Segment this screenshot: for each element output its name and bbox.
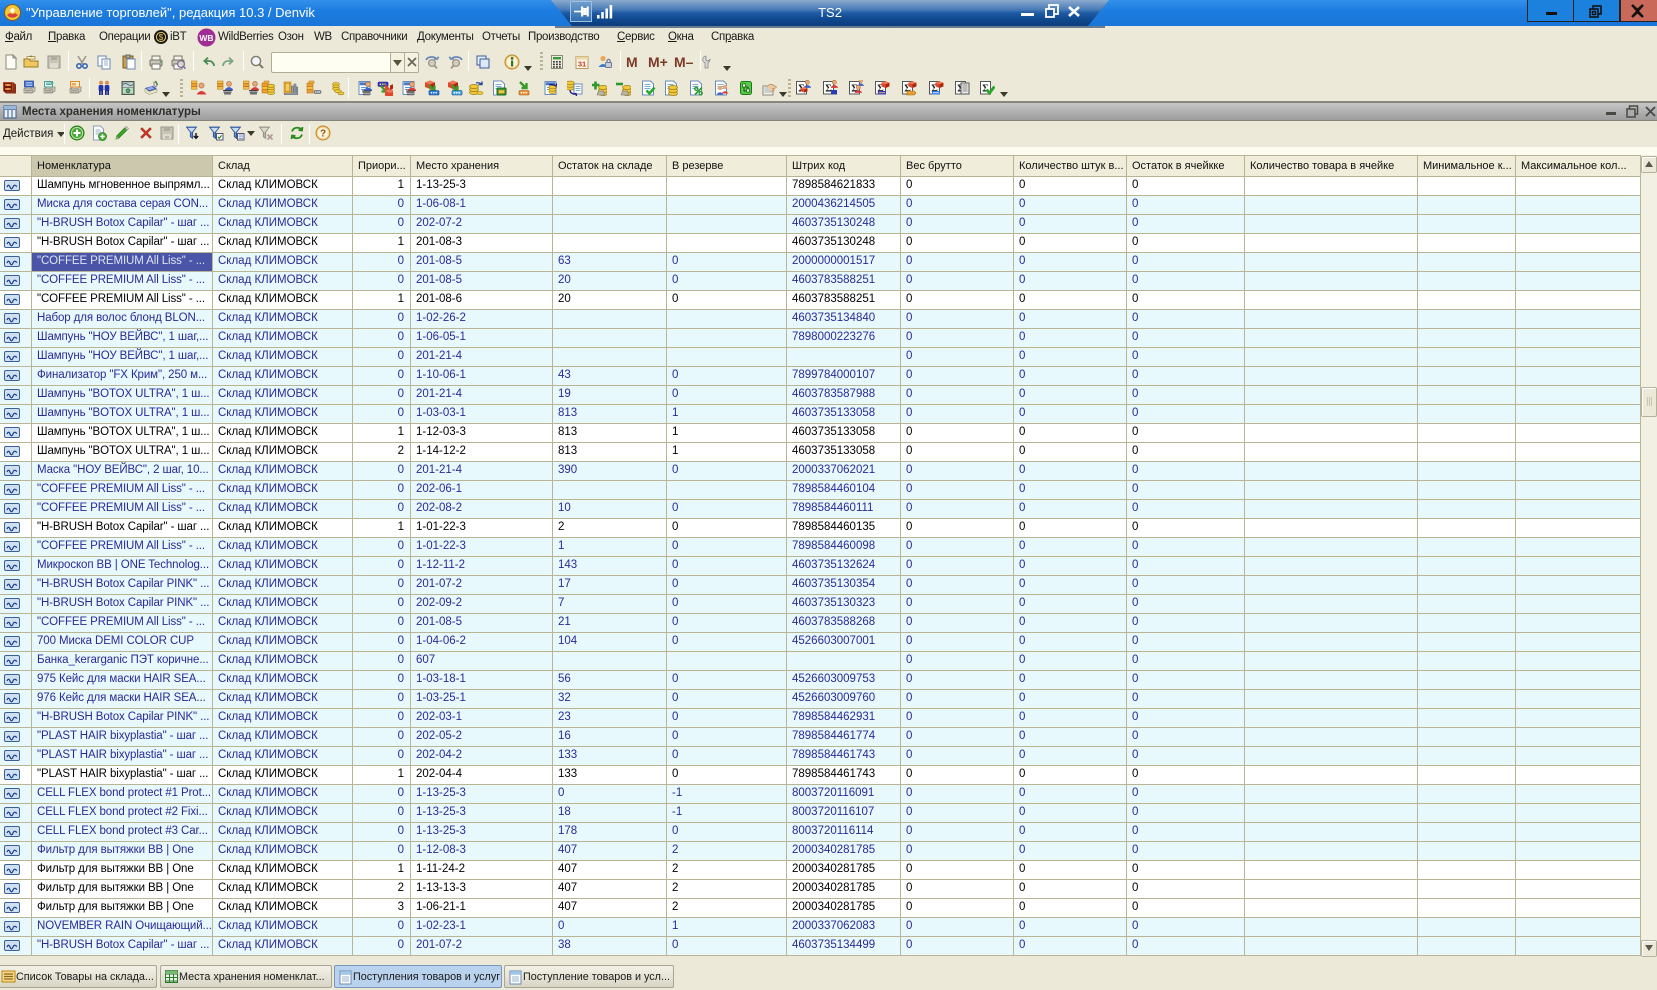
svg-text:ок: ок — [165, 134, 170, 139]
svg-text:WB: WB — [199, 33, 213, 43]
svg-text:$: $ — [159, 33, 164, 42]
svg-text:?: ? — [320, 129, 326, 140]
svg-text:31: 31 — [578, 60, 586, 69]
